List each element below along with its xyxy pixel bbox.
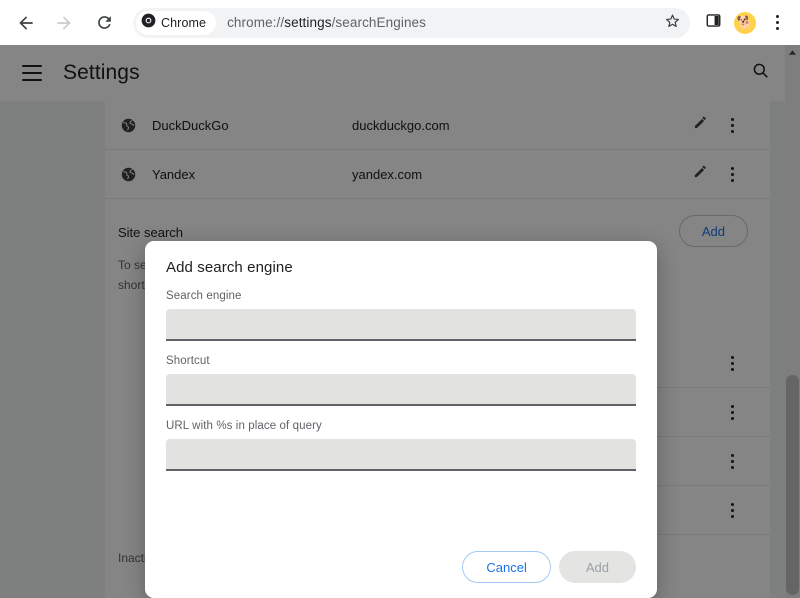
add-button[interactable]: Add: [558, 551, 636, 583]
reload-button[interactable]: [87, 6, 121, 40]
browser-menu-button[interactable]: [762, 8, 792, 38]
shortcut-input[interactable]: [166, 374, 636, 406]
shortcut-field: Shortcut: [166, 355, 636, 406]
avatar-glyph: 🐕: [736, 15, 754, 30]
search-engine-label: Search engine: [166, 290, 242, 302]
url-input[interactable]: [166, 439, 636, 471]
url-prefix: chrome://: [227, 15, 285, 30]
browser-toolbar: Chrome chrome://settings/searchEngines 🐕: [0, 0, 800, 45]
dialog-actions: Cancel Add: [462, 551, 636, 583]
chrome-chip[interactable]: Chrome: [136, 10, 217, 35]
avatar: 🐕: [734, 11, 756, 34]
side-panel-button[interactable]: [698, 8, 728, 38]
url-host: settings: [284, 15, 332, 30]
cancel-button[interactable]: Cancel: [462, 551, 551, 583]
chrome-logo-icon: [141, 13, 156, 33]
arrow-back-icon: [16, 13, 36, 33]
profile-button[interactable]: 🐕: [730, 8, 760, 38]
side-panel-icon: [705, 12, 722, 34]
three-dot-menu-icon: [775, 15, 779, 30]
dialog-body: Search engine Shortcut URL with %s in pl…: [166, 276, 636, 471]
back-button[interactable]: [9, 6, 43, 40]
shortcut-label: Shortcut: [166, 355, 210, 367]
toolbar-actions: 🐕: [698, 8, 792, 38]
reload-icon: [95, 13, 114, 32]
url-path: /searchEngines: [331, 15, 427, 30]
chrome-chip-label: Chrome: [161, 15, 207, 30]
url-field: URL with %s in place of query: [166, 420, 636, 471]
dialog-title: Add search engine: [166, 259, 293, 276]
bookmark-button[interactable]: [660, 11, 684, 35]
address-bar[interactable]: Chrome chrome://settings/searchEngines: [133, 7, 690, 38]
arrow-forward-icon: [54, 13, 74, 33]
add-search-engine-dialog: Add search engine Search engine Shortcut…: [145, 241, 657, 598]
star-outline-icon: [664, 12, 681, 34]
forward-button[interactable]: [47, 6, 81, 40]
url-label: URL with %s in place of query: [166, 420, 322, 432]
search-engine-field: Search engine: [166, 290, 636, 341]
address-bar-url: chrome://settings/searchEngines: [227, 15, 426, 30]
search-engine-input[interactable]: [166, 309, 636, 341]
